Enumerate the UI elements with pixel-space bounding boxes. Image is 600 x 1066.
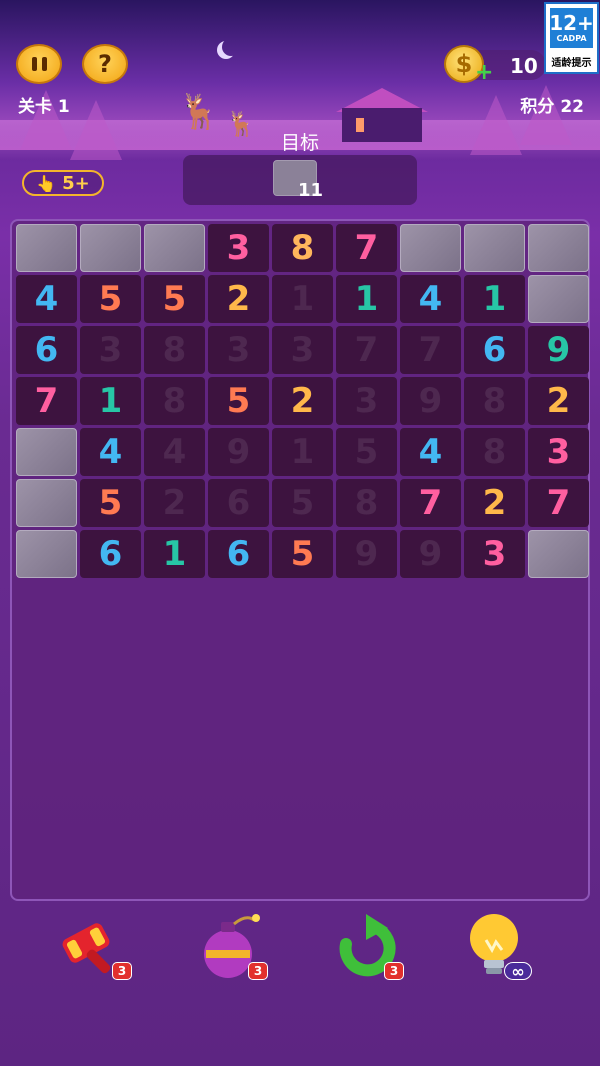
- number-cell[interactable]: 1: [80, 377, 141, 425]
- bomb-count-badge: 3: [248, 962, 268, 980]
- moon-icon: [222, 38, 240, 56]
- stone-block-cell[interactable]: [144, 224, 205, 272]
- number-cell[interactable]: 3: [208, 224, 269, 272]
- cleared-number-cell[interactable]: 9: [208, 428, 269, 476]
- number-cell[interactable]: 6: [464, 326, 525, 374]
- score-label: 积分 22: [520, 97, 584, 117]
- cleared-number-cell[interactable]: 3: [208, 326, 269, 374]
- hint-tool-button[interactable]: ∞: [458, 910, 534, 982]
- cleared-number-cell[interactable]: 8: [144, 326, 205, 374]
- number-cell[interactable]: 3: [464, 530, 525, 578]
- cleared-number-cell[interactable]: 9: [336, 530, 397, 578]
- pointing-hand-icon: 👆: [36, 173, 57, 193]
- number-cell[interactable]: 7: [336, 224, 397, 272]
- undo-tool-button[interactable]: 3: [330, 910, 406, 982]
- cleared-number-cell[interactable]: 3: [336, 377, 397, 425]
- number-cell[interactable]: 1: [336, 275, 397, 323]
- pause-button[interactable]: [16, 44, 62, 84]
- number-cell[interactable]: 3: [528, 428, 589, 476]
- cleared-number-cell[interactable]: 8: [336, 479, 397, 527]
- add-coins-plus-icon[interactable]: +: [475, 60, 493, 85]
- stone-block-cell[interactable]: [464, 224, 525, 272]
- number-cell[interactable]: 5: [272, 530, 333, 578]
- cleared-number-cell[interactable]: 1: [272, 275, 333, 323]
- number-cell[interactable]: 8: [272, 224, 333, 272]
- number-cell[interactable]: 6: [16, 326, 77, 374]
- stone-block-cell[interactable]: [16, 479, 77, 527]
- game-board: 3874552114163833776971852398244915483526…: [10, 219, 590, 901]
- stone-block-cell[interactable]: [16, 428, 77, 476]
- coin-count: 10: [510, 54, 538, 78]
- stone-block-cell[interactable]: [528, 275, 589, 323]
- cleared-number-cell[interactable]: 7: [336, 326, 397, 374]
- cleared-number-cell[interactable]: 1: [272, 428, 333, 476]
- cleared-number-cell[interactable]: 4: [144, 428, 205, 476]
- cleared-number-cell[interactable]: 9: [400, 530, 461, 578]
- number-cell[interactable]: 4: [16, 275, 77, 323]
- undo-count-badge: 3: [384, 962, 404, 980]
- number-cell[interactable]: 4: [80, 428, 141, 476]
- age-rating-hint: 适龄提示: [551, 58, 592, 69]
- cleared-number-cell[interactable]: 3: [272, 326, 333, 374]
- hammer-count-badge: 3: [112, 962, 132, 980]
- cleared-number-cell[interactable]: 8: [464, 377, 525, 425]
- cleared-number-cell[interactable]: 9: [400, 377, 461, 425]
- number-cell[interactable]: 5: [144, 275, 205, 323]
- cleared-number-cell[interactable]: 7: [400, 326, 461, 374]
- number-cell[interactable]: 2: [208, 275, 269, 323]
- add-rows-button[interactable]: 👆 5+: [22, 170, 104, 196]
- add-rows-label: 5+: [62, 172, 90, 194]
- number-cell[interactable]: 1: [144, 530, 205, 578]
- cleared-number-cell[interactable]: 5: [272, 479, 333, 527]
- cleared-number-cell[interactable]: 6: [208, 479, 269, 527]
- cleared-number-cell[interactable]: 2: [144, 479, 205, 527]
- stone-block-cell[interactable]: [400, 224, 461, 272]
- stone-block-cell[interactable]: [16, 224, 77, 272]
- number-cell[interactable]: 9: [528, 326, 589, 374]
- age-rating-org: CADPA: [556, 34, 587, 43]
- hint-count-badge: ∞: [504, 962, 532, 981]
- deer-icon: 🦌: [178, 92, 221, 132]
- bomb-tool-button[interactable]: 3: [194, 910, 270, 982]
- number-cell[interactable]: 6: [208, 530, 269, 578]
- age-rating-badge: 12+ CADPA 适龄提示: [544, 2, 599, 74]
- target-label: 目标: [280, 132, 319, 154]
- question-icon: ?: [98, 50, 112, 78]
- number-cell[interactable]: 7: [16, 377, 77, 425]
- cleared-number-cell[interactable]: 5: [336, 428, 397, 476]
- target-count: 11: [298, 180, 324, 201]
- stone-block-cell[interactable]: [528, 530, 589, 578]
- help-button[interactable]: ?: [82, 44, 128, 84]
- number-cell[interactable]: 5: [80, 275, 141, 323]
- hammer-tool-button[interactable]: 3: [58, 910, 134, 982]
- stone-block-cell[interactable]: [80, 224, 141, 272]
- age-rating: 12+: [549, 11, 594, 35]
- number-cell[interactable]: 5: [208, 377, 269, 425]
- number-cell[interactable]: 4: [400, 275, 461, 323]
- number-cell[interactable]: 1: [464, 275, 525, 323]
- number-cell[interactable]: 2: [528, 377, 589, 425]
- number-cell[interactable]: 5: [80, 479, 141, 527]
- number-cell[interactable]: 6: [80, 530, 141, 578]
- stone-block-cell[interactable]: [16, 530, 77, 578]
- pause-icon: [31, 57, 47, 71]
- number-cell[interactable]: 7: [400, 479, 461, 527]
- cleared-number-cell[interactable]: 3: [80, 326, 141, 374]
- number-cell[interactable]: 2: [272, 377, 333, 425]
- stone-block-cell[interactable]: [528, 224, 589, 272]
- number-cell[interactable]: 4: [400, 428, 461, 476]
- level-label: 关卡 1: [18, 97, 70, 117]
- number-cell[interactable]: 2: [464, 479, 525, 527]
- cleared-number-cell[interactable]: 8: [464, 428, 525, 476]
- cleared-number-cell[interactable]: 8: [144, 377, 205, 425]
- number-cell[interactable]: 7: [528, 479, 589, 527]
